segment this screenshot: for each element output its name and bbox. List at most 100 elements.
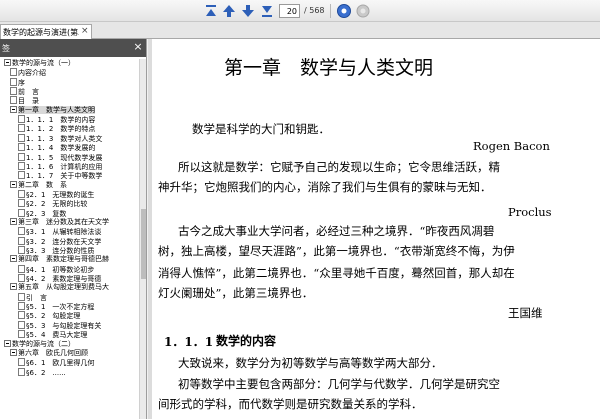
bookmark-item[interactable]: §5．2 勾股定理 (18, 311, 80, 320)
page-icon[interactable] (18, 161, 25, 170)
page-icon[interactable] (18, 124, 25, 133)
quote-text: 数学是科学的大门和钥匙． (192, 122, 330, 136)
bookmark-item[interactable]: §5．3 与勾股定理有关 (18, 320, 101, 330)
page-icon[interactable] (18, 274, 25, 283)
bookmark-label: §3．3 连分数的性质 (26, 247, 95, 255)
collapse-icon[interactable] (4, 59, 11, 66)
page-icon[interactable] (18, 171, 25, 180)
section-title: 数学的内容 (216, 334, 277, 348)
bookmark-item[interactable]: §6．1 欧几里得几何 (18, 358, 94, 367)
bookmark-item[interactable]: §3．3 连分数的性质 (18, 246, 94, 255)
page-icon[interactable] (18, 152, 25, 161)
bookmark-item[interactable]: 1．1．6 计算机的应用 (18, 161, 102, 171)
bookmark-item[interactable]: 第六章 欧氏几何回顾 (10, 348, 88, 358)
page-icon[interactable] (18, 358, 25, 367)
bookmark-label: 内容介绍 (18, 69, 46, 78)
quote-text: 所以这就是数学：它赋予自己的发现以生命；它令思维活跃，精 (178, 160, 500, 174)
page-icon[interactable] (18, 133, 25, 142)
bookmark-item[interactable]: §2．1 无理数的诞生 (18, 189, 94, 199)
page-icon[interactable] (18, 320, 25, 329)
close-icon[interactable]: × (81, 26, 89, 36)
bookmark-tree: 数学的源与流（一） 内容介绍序前 言目 录第一章 数学与人类文明 1．1．1 数学的… (0, 59, 139, 419)
section-number: 1．1．1 (164, 335, 214, 349)
scrollbar-thumb[interactable] (141, 209, 146, 279)
page-icon[interactable] (18, 236, 25, 245)
bookmark-item[interactable]: §3．2 连分数在天文学 (18, 236, 101, 246)
sidebar-scrollbar[interactable] (139, 59, 146, 419)
quote-text: 树，独上高楼，望尽天涯路”，此第一境界也．“衣带渐宽终不悔，为伊 (158, 244, 515, 258)
toolbar-separator (330, 4, 331, 18)
bookmark-item[interactable]: 1．1．4 数学发展的 (18, 143, 95, 152)
page-icon[interactable] (18, 199, 25, 208)
body-text: 初等数学中主要包含两部分：几何学与代数学．几何学是研究空 (178, 377, 500, 391)
bookmark-item[interactable]: 前 言 (10, 87, 39, 96)
bookmark-label: §4．2 素数定理与哥德 (26, 275, 102, 284)
page-icon[interactable] (18, 302, 25, 311)
bookmark-item[interactable]: 序 (10, 77, 25, 87)
bookmark-item[interactable]: §5．4 费马大定理 (18, 330, 87, 339)
bookmark-item[interactable]: 内容介绍 (10, 68, 46, 77)
collapse-icon[interactable] (4, 339, 11, 347)
document-tab[interactable]: 数学的起源与演进(第二版)-张顺燕.扫... × (0, 24, 92, 39)
page-icon[interactable] (10, 87, 17, 96)
collapse-icon[interactable] (10, 255, 17, 263)
collapse-icon[interactable] (10, 217, 17, 225)
bookmark-label: 第六章 欧氏几何回顾 (18, 348, 88, 357)
page-number-input[interactable] (279, 4, 300, 18)
first-page-icon[interactable] (203, 3, 219, 19)
tab-bar: 数学的起源与演进(第二版)-张顺燕.扫... × (0, 22, 600, 39)
page-icon[interactable] (18, 367, 25, 376)
sidebar-title: 签 (2, 44, 10, 53)
page-icon[interactable] (18, 246, 25, 254)
collapse-icon[interactable] (10, 105, 17, 113)
bookmark-item[interactable]: §6．2 ...... (18, 367, 66, 377)
close-icon[interactable]: × (132, 41, 144, 53)
page-icon[interactable] (18, 264, 25, 273)
page-icon[interactable] (10, 68, 17, 77)
toolbar: / 568 (0, 0, 600, 22)
page-icon[interactable] (18, 115, 25, 124)
bookmark-item[interactable]: 1．1．2 数学的特点 (18, 124, 95, 133)
bookmark-item[interactable]: §5．1 一次不定方程 (18, 302, 94, 311)
bookmark-item[interactable]: 第一章 数学与人类文明 (10, 105, 95, 115)
bookmark-label: §6．1 欧几里得几何 (26, 359, 95, 368)
prev-page-icon[interactable] (221, 3, 237, 19)
bookmark-item[interactable]: §2．3 复数 (18, 208, 66, 218)
stop-icon[interactable] (355, 3, 371, 19)
collapse-icon[interactable] (10, 348, 17, 356)
page-icon[interactable] (18, 227, 25, 236)
page-icon[interactable] (18, 330, 25, 339)
bookmark-label: 目 录 (18, 97, 39, 106)
bookmark-item[interactable]: 1．1．1 数学的内容 (18, 115, 95, 124)
bookmark-item[interactable]: 引 言 (18, 292, 47, 302)
page-icon[interactable] (18, 143, 25, 152)
next-page-icon[interactable] (240, 3, 256, 19)
bookmark-item[interactable]: 目 录 (10, 96, 39, 105)
bookmark-item[interactable]: 1．1．3 数学对人类文 (18, 133, 102, 143)
bookmark-item[interactable]: 第三章 迷分数及其在天文学 (10, 217, 109, 227)
chapter-title: 第一章 数学与人类文明 (224, 57, 434, 79)
collapse-icon[interactable] (10, 283, 17, 291)
bookmark-item[interactable]: 1．1．7 关于中等数学 (18, 171, 102, 180)
page-icon[interactable] (18, 189, 25, 198)
collapse-icon[interactable] (10, 180, 17, 188)
bookmark-item[interactable]: §4．2 素数定理与哥德 (18, 274, 101, 283)
page-icon[interactable] (10, 96, 17, 105)
bookmark-label: 第一章 数学与人类文明 (18, 105, 95, 114)
page-icon[interactable] (18, 292, 25, 301)
bookmark-item[interactable]: 1．1．5 现代数学发展 (18, 152, 102, 162)
goto-page-icon[interactable] (336, 3, 352, 19)
page-icon[interactable] (10, 77, 17, 86)
page-icon[interactable] (18, 208, 25, 217)
page-total: / 568 (304, 6, 325, 15)
page-icon[interactable] (18, 311, 25, 320)
last-page-icon[interactable] (259, 3, 275, 19)
bookmark-item[interactable]: 数学的源与流（一） (4, 59, 75, 68)
bookmark-item[interactable]: §3．1 从辗转相除法谈 (18, 227, 101, 236)
bookmark-item[interactable]: 第四章 素数定理与哥德巴赫 (10, 255, 109, 264)
bookmark-item[interactable]: 数学的源与流（二） (4, 339, 75, 349)
bookmark-item[interactable]: 第二章 数 系 (10, 180, 67, 190)
bookmark-item[interactable]: §2．2 无限的比较 (18, 199, 87, 208)
bookmark-item[interactable]: §4．1 初等数论初步 (18, 264, 94, 274)
bookmark-item[interactable]: 第五章 从勾股定理到费马大 (10, 283, 109, 292)
